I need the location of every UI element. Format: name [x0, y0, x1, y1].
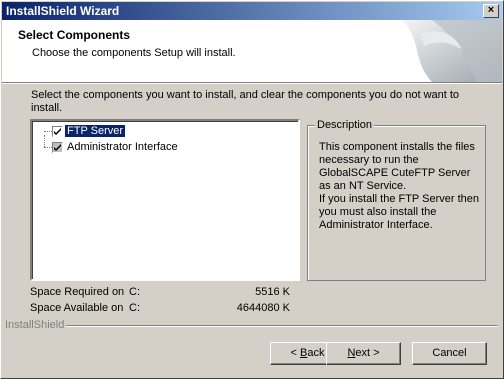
tree-connector [44, 147, 52, 148]
components-tree[interactable]: FTP Server Administrator Interface [30, 119, 300, 281]
page-subtitle: Choose the components Setup will install… [32, 47, 236, 59]
space-available-drive: C: [129, 302, 140, 314]
space-available-label: Space Available on [30, 302, 124, 314]
close-button[interactable]: × [483, 4, 499, 18]
ftp-server-label[interactable]: FTP Server [63, 124, 127, 138]
back-rest: ack [307, 347, 325, 359]
window-title: InstallShield Wizard [6, 4, 120, 18]
space-required-value: 5516 K [255, 286, 290, 298]
wizard-header: Select Components Choose the components … [2, 20, 502, 82]
installshield-wizard-window: InstallShield Wizard × Select Components… [0, 0, 504, 379]
tree-connector [44, 131, 52, 132]
installshield-brand: InstallShield [5, 319, 65, 331]
space-required-drive: C: [129, 286, 140, 298]
administrator-interface-label[interactable]: Administrator Interface [65, 141, 180, 153]
back-prefix: < [290, 347, 300, 359]
description-group: Description This component installs the … [307, 119, 486, 281]
checkmark-icon [54, 127, 61, 135]
next-rest: ext > [355, 347, 380, 359]
footer-divider [66, 325, 498, 327]
header-divider [2, 82, 502, 84]
tree-connector [44, 135, 45, 147]
next-button[interactable]: Next > [326, 342, 401, 365]
description-legend: Description [315, 119, 375, 131]
administrator-interface-checkbox[interactable] [52, 141, 63, 153]
instruction-text: Select the components you want to instal… [31, 89, 460, 114]
ftp-server-checkbox[interactable] [52, 125, 63, 137]
cancel-button[interactable]: Cancel [412, 342, 487, 365]
component-item-ftp-server[interactable]: FTP Server [52, 124, 127, 138]
space-required-label: Space Required on [30, 286, 125, 298]
space-available-value: 4644080 K [236, 302, 290, 314]
header-graphic [402, 20, 502, 82]
page-title: Select Components [18, 28, 131, 42]
title-bar[interactable]: InstallShield Wizard × [2, 2, 502, 20]
description-text: This component installs the files necess… [319, 141, 479, 232]
checkmark-icon [54, 143, 61, 151]
component-item-administrator-interface[interactable]: Administrator Interface [52, 140, 180, 154]
description-body: This component installs the files necess… [319, 141, 479, 231]
